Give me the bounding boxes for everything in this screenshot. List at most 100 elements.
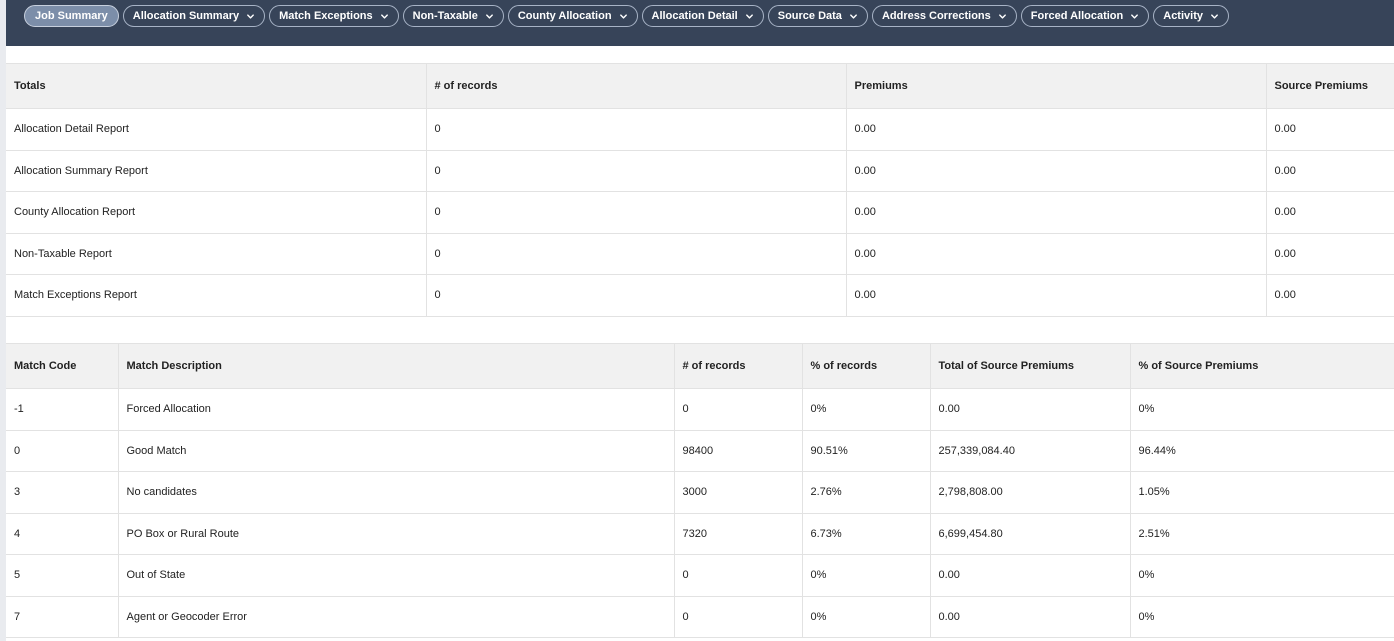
totals-header-row: Totals # of records Premiums Source Premium… [6,63,1394,109]
tab-label: County Allocation [517,10,612,22]
chevron-down-icon [745,12,754,21]
table-row: Match Exceptions Report 0 0.00 0.00 [6,274,1394,316]
tab-label: Allocation Detail [651,10,738,22]
table-row: Allocation Summary Report 0 0.00 0.00 [6,150,1394,192]
totals-cell-source-premiums: 0.00 [1265,233,1394,275]
chevron-down-icon [619,12,628,21]
match-cell-match-code: 3 [14,486,21,499]
match-cell-match-description: Forced Allocation [117,388,674,430]
match-cell-match-code: 7 [14,610,21,623]
totals-cell-premiums: 0.00 [845,274,1266,316]
totals-cell-premiums: 0.00 [845,233,1266,275]
match-cell-match-description: No candidates [117,471,674,513]
tab-activity[interactable]: Activity [1153,5,1229,27]
match-cell-total-of-source-premiums: 0.00 [929,596,1130,638]
match-cell-of-records: 0% [801,596,930,638]
match-cell-of-records: 7320 [673,513,802,555]
table-row: 4 PO Box or Rural Route 7320 6.73% 6,699,454… [6,513,1394,555]
table-row: 7 Agent or Geocoder Error 0 0% 0.00 0% [6,596,1394,638]
table-row: Allocation Detail Report 0 0.00 0.00 [6,108,1394,150]
match-cell-of-source-premiums: 0% [1129,388,1394,430]
tab-address-corrections[interactable]: Address Corrections [871,5,1017,27]
chevron-down-icon [998,12,1007,21]
totals-cell-totals: Allocation Summary Report [14,164,148,177]
match-code-table: Match Code Match Description # of records%… [6,343,1394,638]
match-header-of-source-premiums: % of Source Premiums [1129,343,1394,389]
tab-county-allocation[interactable]: County Allocation [507,5,638,27]
totals-header-of-records: # of records [425,63,846,109]
table-row: County Allocation Report 0 0.00 0.00 [6,191,1394,233]
match-cell-match-description: Out of State [117,554,674,596]
totals-cell-of-records: 0 [425,274,846,316]
tab-label: Non-Taxable [412,10,478,22]
match-cell-of-source-premiums: 0% [1129,596,1394,638]
tab-label: Activity [1163,10,1203,22]
report-nav-bar: Job Summary Allocation Summary Match Excep… [6,0,1394,46]
match-cell-of-source-premiums: 2.51% [1129,513,1394,555]
match-cell-of-records: 0 [673,554,802,596]
match-cell-total-of-source-premiums: 2,798,808.00 [929,471,1130,513]
totals-cell-totals: Match Exceptions Report [14,289,137,302]
match-cell-match-description: Agent or Geocoder Error [117,596,674,638]
totals-cell-source-premiums: 0.00 [1265,274,1394,316]
match-cell-of-source-premiums: 96.44% [1129,430,1394,472]
match-cell-match-description: Good Match [117,430,674,472]
match-header-row: Match Code Match Description # of records%… [6,343,1394,389]
match-cell-total-of-source-premiums: 0.00 [929,388,1130,430]
totals-cell-of-records: 0 [425,108,846,150]
totals-header-totals: Totals [6,63,426,109]
match-cell-of-records: 0 [673,596,802,638]
totals-header-source-premiums: Source Premiums [1265,63,1394,109]
totals-cell-source-premiums: 0.00 [1265,191,1394,233]
chevron-down-icon [485,12,494,21]
tab-job-summary[interactable]: Job Summary [24,5,119,27]
totals-cell-of-records: 0 [425,191,846,233]
match-cell-match-code: 4 [14,527,21,540]
totals-cell-premiums: 0.00 [845,191,1266,233]
table-row: -1 Forced Allocation 0 0% 0.00 0% [6,388,1394,430]
match-header-total-of-source-premiums: Total of Source Premiums [929,343,1130,389]
totals-table: Totals # of records Premiums Source Premium… [6,63,1394,317]
chevron-down-icon [849,12,858,21]
table-row: 0 Good Match 98400 90.51% 257,339,084.40 96.4… [6,430,1394,472]
match-cell-total-of-source-premiums: 6,699,454.80 [929,513,1130,555]
table-row: 3 No candidates 3000 2.76% 2,798,808.00 1.05% [6,471,1394,513]
totals-cell-totals: Allocation Detail Report [14,123,129,136]
match-header-of-records: % of records [801,343,930,389]
chevron-down-icon [246,12,255,21]
tab-allocation-summary[interactable]: Allocation Summary [122,5,266,27]
chevron-down-icon [380,12,389,21]
match-cell-match-code: 0 [14,444,21,457]
match-cell-of-records: 0 [673,388,802,430]
match-cell-of-records: 98400 [673,430,802,472]
tab-source-data[interactable]: Source Data [767,5,868,27]
totals-cell-of-records: 0 [425,233,846,275]
tab-non-taxable[interactable]: Non-Taxable [402,5,504,27]
totals-cell-premiums: 0.00 [845,150,1266,192]
match-cell-total-of-source-premiums: 257,339,084.40 [929,430,1130,472]
totals-cell-source-premiums: 0.00 [1265,150,1394,192]
match-cell-match-description: PO Box or Rural Route [117,513,674,555]
table-row: 5 Out of State 0 0% 0.00 0% [6,554,1394,596]
match-cell-total-of-source-premiums: 0.00 [929,554,1130,596]
tab-allocation-detail[interactable]: Allocation Detail [641,5,764,27]
totals-cell-premiums: 0.00 [845,108,1266,150]
tab-forced-allocation[interactable]: Forced Allocation [1020,5,1150,27]
chevron-down-icon [1210,12,1219,21]
match-cell-of-records: 6.73% [801,513,930,555]
match-cell-of-records: 90.51% [801,430,930,472]
totals-header-premiums: Premiums [845,63,1266,109]
totals-cell-source-premiums: 0.00 [1265,108,1394,150]
chevron-down-icon [1130,12,1139,21]
match-cell-match-code: 5 [14,569,21,582]
match-cell-of-records: 3000 [673,471,802,513]
tab-match-exceptions[interactable]: Match Exceptions [269,5,399,27]
match-cell-match-code: -1 [14,403,24,416]
totals-cell-of-records: 0 [425,150,846,192]
tab-label: Address Corrections [881,10,991,22]
tab-label: Job Summary [35,10,108,22]
tab-label: Match Exceptions [279,10,373,22]
tab-label: Forced Allocation [1030,10,1124,22]
match-cell-of-source-premiums: 0% [1129,554,1394,596]
totals-cell-totals: Non-Taxable Report [14,247,112,260]
